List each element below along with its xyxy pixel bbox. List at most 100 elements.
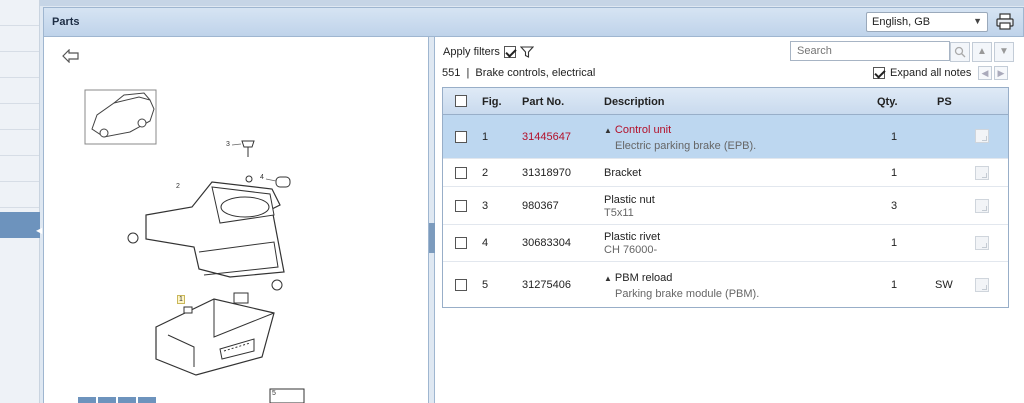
apply-filters-label: Apply filters <box>443 46 500 58</box>
expand-triangle-icon[interactable]: ▲ <box>604 274 612 283</box>
search-prev-button[interactable]: ▲ <box>972 42 992 62</box>
chevron-down-icon: ▼ <box>999 46 1009 57</box>
nav-row[interactable] <box>0 78 39 104</box>
table-row[interactable]: 5 31275406 ▲ PBM reload Parking brake mod… <box>443 262 1008 308</box>
table-row[interactable]: 1 31445647 ▲ Control unit Electric parkin… <box>443 115 1008 159</box>
nav-row-active[interactable] <box>0 212 40 238</box>
row-fig: 4 <box>482 237 489 249</box>
row-description: PBM reload <box>614 272 673 284</box>
col-qty[interactable]: Qty. <box>877 96 898 108</box>
row-description: Control unit <box>614 124 672 136</box>
printer-icon <box>996 13 1014 30</box>
nav-row[interactable] <box>0 104 39 130</box>
nav-row[interactable] <box>0 0 39 26</box>
callout-5[interactable]: 5 <box>272 390 276 397</box>
breadcrumb: 551 | Brake controls, electrical <box>442 67 596 79</box>
parts-header: Parts English, GB ▼ <box>43 7 1024 37</box>
nav-row[interactable] <box>0 156 39 182</box>
chevron-left-icon: ◀ <box>981 68 989 78</box>
page-title: Parts <box>52 16 80 28</box>
apply-filters-checkbox[interactable] <box>503 46 516 58</box>
row-description: Bracket <box>604 167 642 179</box>
row-fig: 3 <box>482 200 489 212</box>
note-icon[interactable] <box>975 129 989 143</box>
row-fig: 1 <box>482 131 489 143</box>
row-note: Parking brake module (PBM). <box>615 288 760 300</box>
search-box <box>790 41 950 61</box>
note-icon[interactable] <box>975 166 989 180</box>
note-icon[interactable] <box>975 199 989 213</box>
parts-list-panel: Apply filters ▲ ▼ 551 | Brake controls, … <box>435 37 1024 403</box>
row-note: Electric parking brake (EPB). <box>615 140 757 152</box>
chevron-right-icon: ▶ <box>997 68 1005 78</box>
row-qty: 3 <box>891 200 898 212</box>
prev-page-button[interactable]: ◀ <box>978 66 992 80</box>
row-checkbox[interactable] <box>455 279 467 291</box>
row-checkbox[interactable] <box>455 167 467 179</box>
expand-all-notes-checkbox[interactable] <box>873 67 885 79</box>
language-select[interactable]: English, GB ▼ <box>866 12 988 32</box>
row-qty: 1 <box>891 167 898 179</box>
nav-row[interactable] <box>0 182 39 208</box>
row-note: T5x11 <box>604 207 634 219</box>
chevron-down-icon: ▼ <box>973 16 982 26</box>
parts-diagram <box>78 89 305 403</box>
row-qty: 1 <box>891 237 898 249</box>
search-button[interactable] <box>950 42 970 62</box>
row-fig: 5 <box>482 279 489 291</box>
nav-row[interactable] <box>0 130 39 156</box>
row-ps: SW <box>935 279 953 291</box>
expand-all-notes-label: Expand all notes <box>890 67 972 79</box>
col-ps[interactable]: PS <box>937 96 952 108</box>
row-part-no[interactable]: 31275406 <box>522 279 571 291</box>
car-thumbnail <box>84 89 157 145</box>
note-icon[interactable] <box>975 278 989 292</box>
exploded-view-panel: 3 4 2 1 5 <box>43 37 429 403</box>
print-button[interactable] <box>994 12 1016 32</box>
row-description-wrap: ▲ Control unit <box>604 124 671 136</box>
apply-filters: Apply filters <box>443 46 534 58</box>
expand-triangle-icon[interactable]: ▲ <box>604 126 612 135</box>
next-page-button[interactable]: ▶ <box>994 66 1008 80</box>
row-checkbox[interactable] <box>455 200 467 212</box>
row-description: Plastic rivet <box>604 231 661 243</box>
row-checkbox[interactable] <box>455 131 467 143</box>
table-header: Fig. Part No. Description Qty. PS <box>443 88 1008 115</box>
table-row[interactable]: 3 980367 Plastic nut T5x11 3 <box>443 187 1008 225</box>
row-part-no[interactable]: 31318970 <box>522 167 571 179</box>
row-note: CH 76000- <box>604 244 658 256</box>
expand-all-notes: Expand all notes <box>873 67 971 79</box>
row-qty: 1 <box>891 279 898 291</box>
row-checkbox[interactable] <box>455 237 467 249</box>
callout-1[interactable]: 1 <box>177 295 185 304</box>
row-part-no[interactable]: 980367 <box>522 200 559 212</box>
filter-icon[interactable] <box>519 46 534 58</box>
col-part-no[interactable]: Part No. <box>522 96 564 108</box>
row-fig: 2 <box>482 167 489 179</box>
nav-row[interactable] <box>0 26 39 52</box>
search-next-button[interactable]: ▼ <box>994 42 1014 62</box>
table-row[interactable]: 2 31318970 Bracket 1 <box>443 159 1008 187</box>
top-border <box>40 0 1024 6</box>
left-nav-strip: ◀ <box>0 0 42 403</box>
col-description[interactable]: Description <box>604 96 665 108</box>
select-all-checkbox[interactable] <box>455 95 467 107</box>
note-icon[interactable] <box>975 236 989 250</box>
search-input[interactable] <box>791 42 946 60</box>
row-description-wrap: ▲ PBM reload <box>604 272 672 284</box>
language-value: English, GB <box>872 16 931 28</box>
callout-4[interactable]: 4 <box>260 174 264 181</box>
collapse-handle-icon[interactable]: ◀ <box>36 226 42 240</box>
callout-2[interactable]: 2 <box>176 183 180 190</box>
col-fig[interactable]: Fig. <box>482 96 502 108</box>
row-part-no[interactable]: 30683304 <box>522 237 571 249</box>
parts-table: Fig. Part No. Description Qty. PS 1 3144… <box>442 87 1009 308</box>
row-description: Plastic nut <box>604 194 655 206</box>
search-icon <box>954 46 966 58</box>
table-row[interactable]: 4 30683304 Plastic rivet CH 76000- 1 <box>443 225 1008 262</box>
chevron-up-icon: ▲ <box>977 46 987 57</box>
back-arrow-icon[interactable] <box>62 48 80 64</box>
row-part-no[interactable]: 31445647 <box>522 131 571 143</box>
callout-3[interactable]: 3 <box>226 141 230 148</box>
nav-row[interactable] <box>0 52 39 78</box>
